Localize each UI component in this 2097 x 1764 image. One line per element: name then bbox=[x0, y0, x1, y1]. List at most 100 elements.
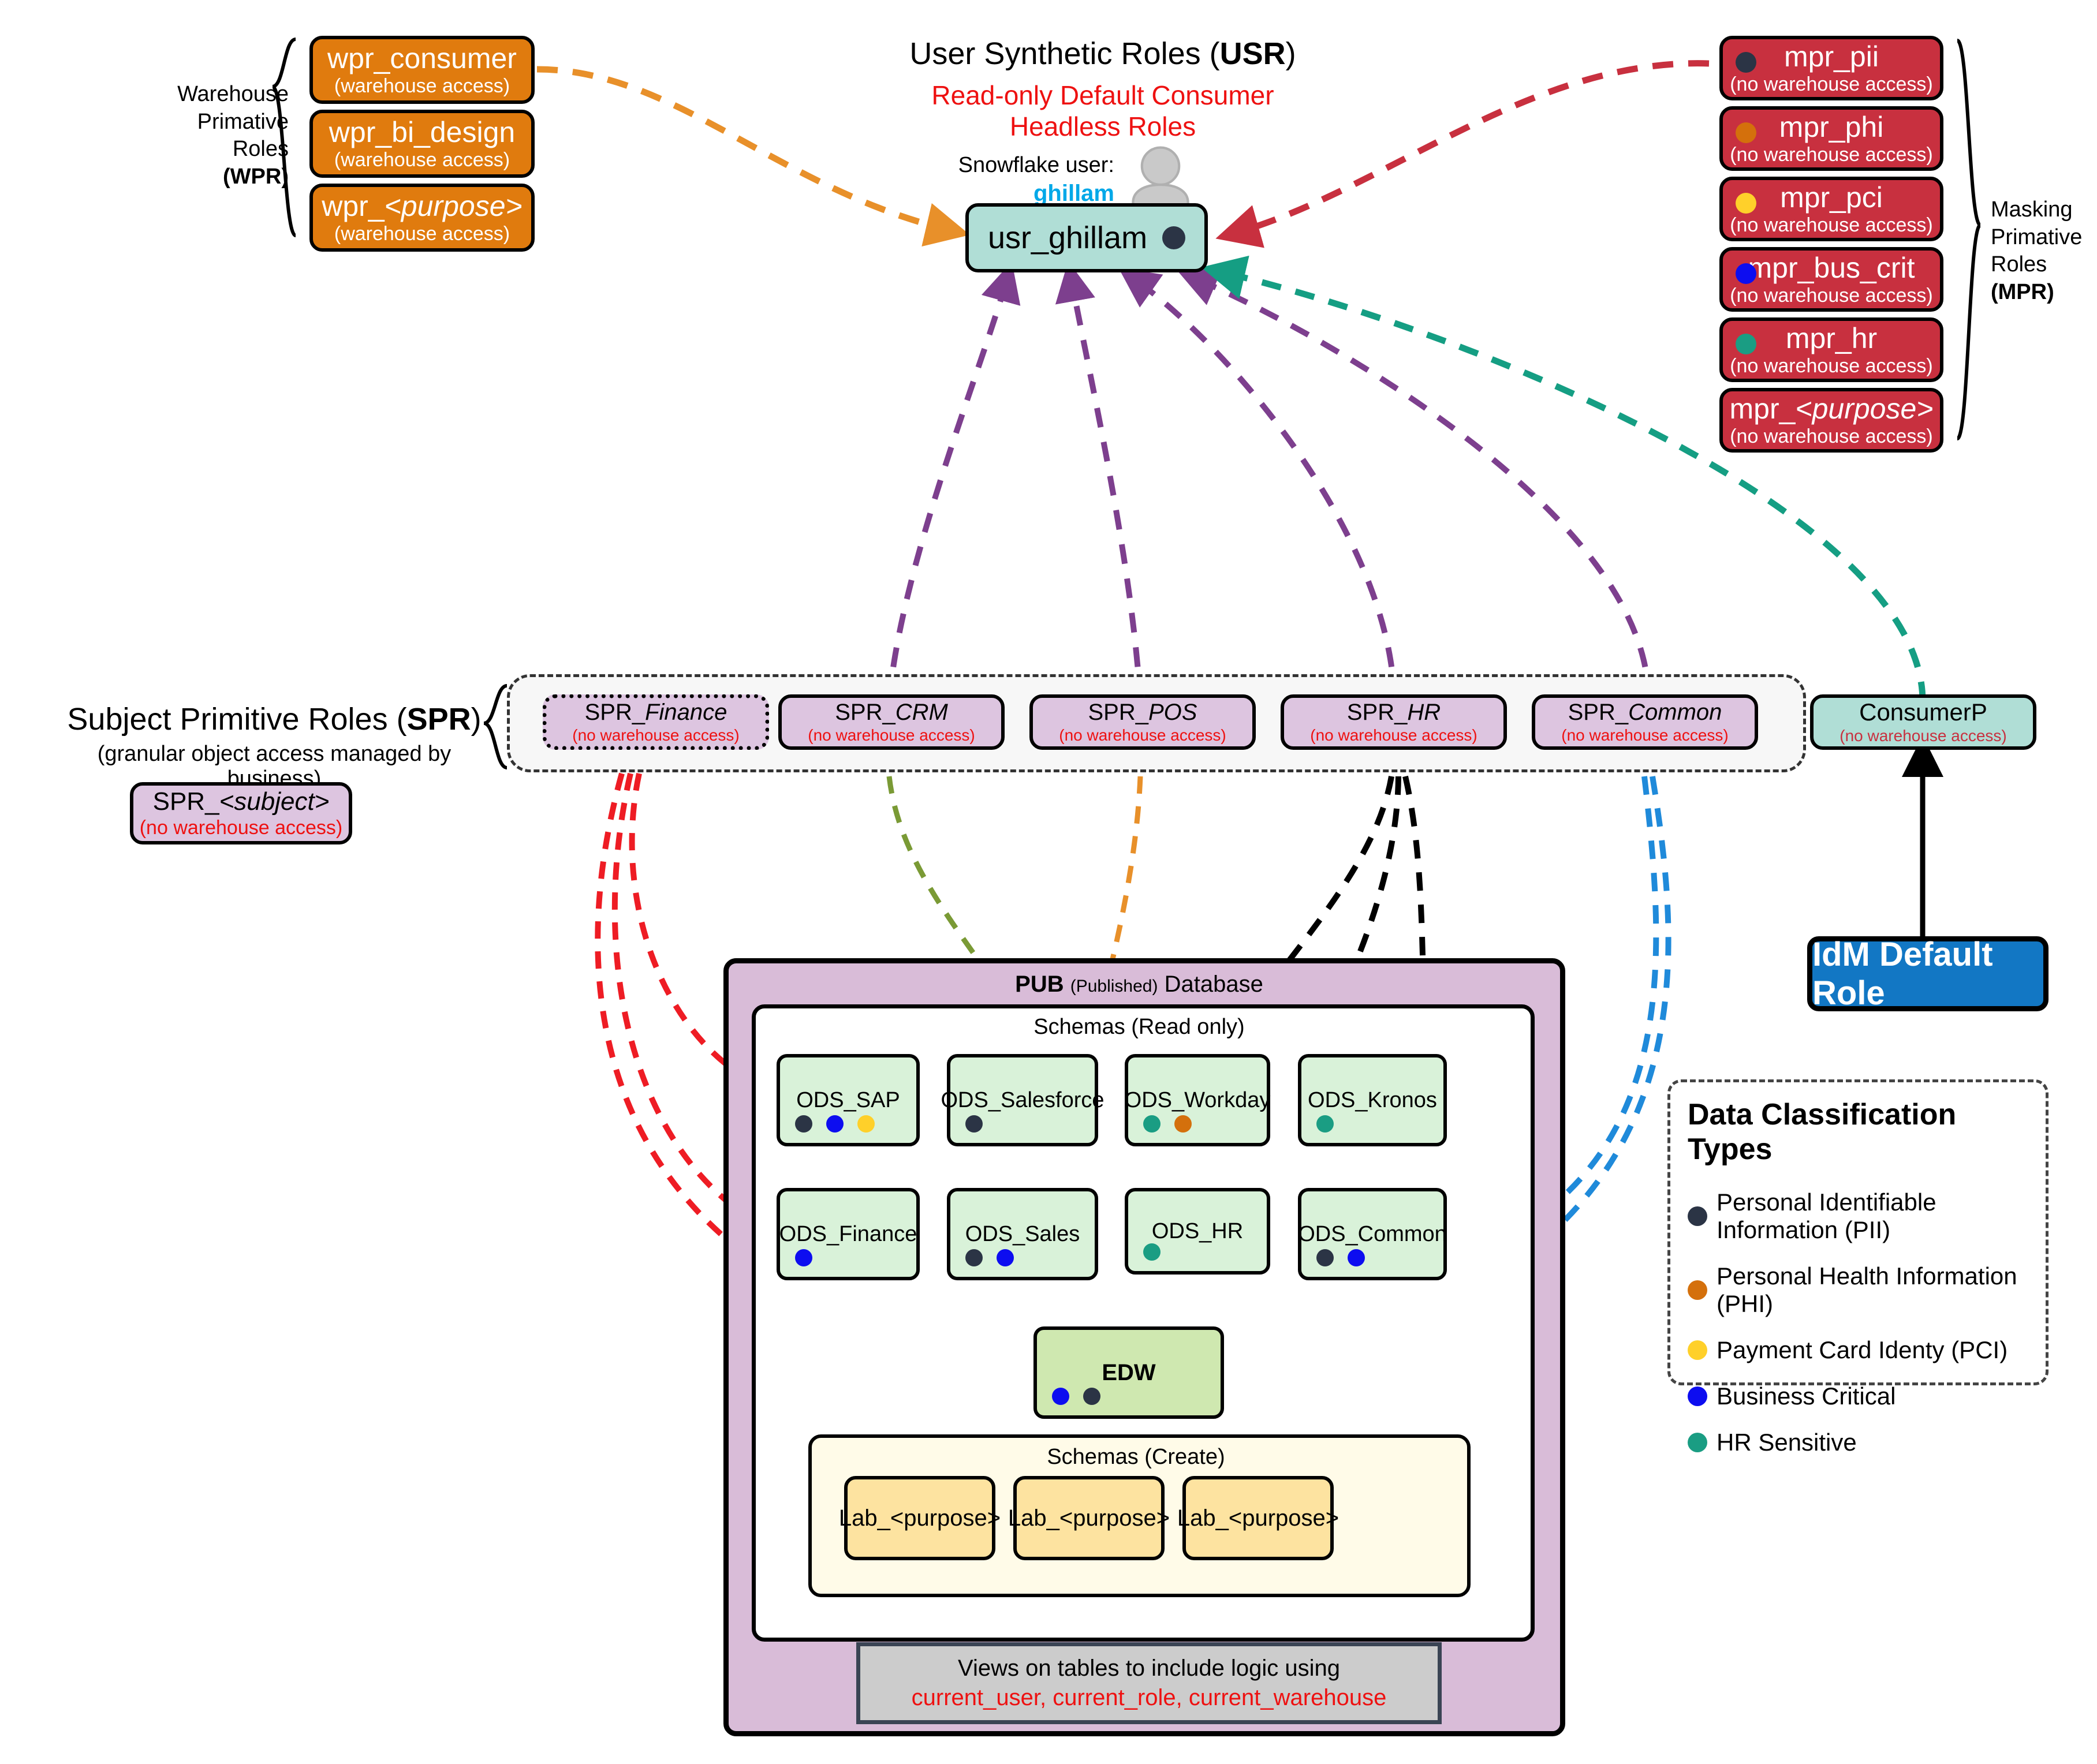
edw-tags bbox=[1052, 1388, 1100, 1405]
legend-item-phi: Personal Health Information (PHI) bbox=[1688, 1262, 2028, 1318]
mpr-role-pii[interactable]: mpr_pii (no warehouse access) bbox=[1719, 36, 1943, 100]
tag-pii bbox=[1316, 1249, 1334, 1266]
spr-finance-prefix: SPR_ bbox=[584, 700, 645, 725]
usr-section-title: User Synthetic Roles (USR) bbox=[843, 36, 1363, 72]
ods-sap-schema[interactable]: ODS_SAP bbox=[777, 1054, 920, 1146]
tag-bus bbox=[997, 1249, 1014, 1266]
ods-hr-label: ODS_HR bbox=[1151, 1219, 1244, 1243]
idm-default-role[interactable]: IdM Default Role bbox=[1807, 936, 2049, 1012]
mpr-bus-crit-tag bbox=[1736, 263, 1756, 284]
wpr-label-abbrev: (WPR) bbox=[223, 164, 289, 189]
wpr-role-consumer[interactable]: wpr_consumer (warehouse access) bbox=[309, 36, 535, 104]
legend-label-pci: Payment Card Identy (PCI) bbox=[1717, 1336, 2008, 1363]
spr-template-sub: (no warehouse access) bbox=[139, 817, 343, 839]
spr-common-name: SPR_Common bbox=[1568, 701, 1722, 724]
legend-item-hr: HR Sensitive bbox=[1688, 1429, 2028, 1456]
usr-ghillam-role[interactable]: usr_ghillam bbox=[965, 203, 1208, 272]
wpr-label-line3: Roles bbox=[232, 137, 289, 161]
legend-label-hr: HR Sensitive bbox=[1717, 1429, 1857, 1456]
snowflake-user-label: Snowflake user: bbox=[958, 153, 1114, 177]
data-classification-legend: Data Classification Types Personal Ident… bbox=[1667, 1079, 2049, 1456]
legend-label-pii: Personal Identifiable Information (PII) bbox=[1717, 1189, 1936, 1243]
consumerp-sub: (no warehouse access) bbox=[1839, 727, 2007, 745]
mpr-label-line1: Masking bbox=[1991, 197, 2073, 222]
mpr-role-purpose[interactable]: mpr_<purpose> (no warehouse access) bbox=[1719, 388, 1943, 453]
legend-dot-hr bbox=[1688, 1433, 1707, 1452]
spr-role-crm[interactable]: SPR_CRM (no warehouse access) bbox=[778, 694, 1005, 750]
ods-hr-schema[interactable]: ODS_HR bbox=[1125, 1188, 1270, 1275]
ods-salesforce-schema[interactable]: ODS_Salesforce bbox=[941, 1054, 1105, 1146]
mpr-label-abbrev: (MPR) bbox=[1991, 279, 2054, 304]
mpr-hr-name: mpr_hr bbox=[1785, 322, 1878, 354]
wpr-role-purpose[interactable]: wpr_<purpose> (warehouse access) bbox=[309, 184, 535, 252]
spr-crm-sub: (no warehouse access) bbox=[808, 726, 975, 744]
lab-schema-3-label: Lab_<purpose> bbox=[1177, 1505, 1339, 1531]
mpr-purpose-sub: (no warehouse access) bbox=[1730, 425, 1933, 447]
spr-hr-sub: (no warehouse access) bbox=[1310, 726, 1477, 744]
wpr-label-line1: Warehouse bbox=[177, 82, 289, 106]
usr-ghillam-label: usr_ghillam bbox=[987, 220, 1148, 255]
ods-finance-schema[interactable]: ODS_Finance bbox=[777, 1188, 920, 1280]
ods-sap-label: ODS_SAP bbox=[796, 1087, 900, 1112]
mpr-pii-name: mpr_pii bbox=[1784, 40, 1879, 73]
spr-pos-italic: POS bbox=[1148, 700, 1197, 725]
ods-sales-schema[interactable]: ODS_Sales bbox=[947, 1188, 1098, 1280]
mpr-purpose-name: mpr_<purpose> bbox=[1729, 394, 1933, 423]
mpr-role-phi[interactable]: mpr_phi (no warehouse access) bbox=[1719, 106, 1943, 171]
pub-title-rest: Database bbox=[1164, 971, 1263, 997]
edge-sprcrm-to-usr bbox=[886, 261, 1021, 702]
consumerp-name: ConsumerP bbox=[1859, 698, 1987, 726]
spr-section-title: Subject Primitive Roles (SPR) bbox=[64, 701, 485, 737]
spr-crm-italic: CRM bbox=[895, 700, 948, 725]
spr-brace bbox=[483, 684, 508, 769]
usr-title-bold: USR bbox=[1219, 36, 1286, 71]
spr-pos-sub: (no warehouse access) bbox=[1059, 726, 1226, 744]
spr-role-finance[interactable]: SPR_Finance (no warehouse access) bbox=[543, 694, 769, 750]
spr-role-hr[interactable]: SPR_HR (no warehouse access) bbox=[1281, 694, 1507, 750]
wpr-bi-design-name: wpr_bi_design bbox=[329, 116, 516, 148]
spr-finance-italic: Finance bbox=[645, 700, 727, 725]
spr-common-sub: (no warehouse access) bbox=[1561, 726, 1729, 744]
ods-salesforce-label: ODS_Salesforce bbox=[941, 1087, 1105, 1112]
wpr-role-bi-design[interactable]: wpr_bi_design (warehouse access) bbox=[309, 110, 535, 178]
spr-hr-name: SPR_HR bbox=[1347, 701, 1441, 724]
spr-crm-prefix: SPR_ bbox=[835, 700, 895, 725]
spr-template-role[interactable]: SPR_<subject> (no warehouse access) bbox=[130, 782, 352, 844]
tag-bus bbox=[826, 1115, 844, 1133]
ods-kronos-schema[interactable]: ODS_Kronos bbox=[1298, 1054, 1447, 1146]
mpr-role-bus-crit[interactable]: mpr_bus_crit (no warehouse access) bbox=[1719, 247, 1943, 312]
wpr-group-label: Warehouse Primative Roles (WPR) bbox=[144, 81, 289, 190]
spr-hr-italic: HR bbox=[1407, 700, 1441, 725]
legend-dot-bus bbox=[1688, 1386, 1707, 1406]
lab-schema-2[interactable]: Lab_<purpose> bbox=[1008, 1476, 1170, 1560]
usr-subtitle-2: Headless Roles bbox=[1009, 111, 1196, 141]
spr-role-common[interactable]: SPR_Common (no warehouse access) bbox=[1532, 694, 1758, 750]
ods-common-schema[interactable]: ODS_Common bbox=[1298, 1188, 1447, 1280]
mpr-role-hr[interactable]: mpr_hr (no warehouse access) bbox=[1719, 317, 1943, 382]
spr-template-italic: <subject> bbox=[219, 787, 330, 816]
ods-workday-schema[interactable]: ODS_Workday bbox=[1125, 1054, 1270, 1146]
consumerp-role[interactable]: ConsumerP (no warehouse access) bbox=[1810, 694, 2036, 750]
mpr-phi-tag bbox=[1736, 122, 1756, 143]
pub-database-title: PUB (Published) Database bbox=[723, 971, 1555, 997]
mpr-label-line2: Primative bbox=[1991, 225, 2083, 249]
ods-finance-label: ODS_Finance bbox=[779, 1221, 917, 1246]
mpr-role-pci[interactable]: mpr_pci (no warehouse access) bbox=[1719, 177, 1943, 241]
tag-bus bbox=[1052, 1388, 1069, 1405]
lab-schema-1[interactable]: Lab_<purpose> bbox=[839, 1476, 1001, 1560]
diagram-canvas: Warehouse Primative Roles (WPR) wpr_cons… bbox=[0, 0, 2097, 1764]
wpr-purpose-italic: <purpose> bbox=[384, 190, 523, 222]
spr-title-close: ) bbox=[471, 702, 482, 737]
views-note-box: Views on tables to include logic using c… bbox=[856, 1642, 1442, 1724]
spr-role-pos[interactable]: SPR_POS (no warehouse access) bbox=[1029, 694, 1256, 750]
spr-pos-name: SPR_POS bbox=[1088, 701, 1197, 724]
edge-sprhr-to-usr bbox=[1118, 267, 1397, 702]
lab-schema-3[interactable]: Lab_<purpose> bbox=[1177, 1476, 1339, 1560]
edw-schema[interactable]: EDW bbox=[1033, 1326, 1224, 1419]
mpr-pii-sub: (no warehouse access) bbox=[1730, 73, 1933, 95]
spr-finance-sub: (no warehouse access) bbox=[572, 726, 740, 744]
schemas-readonly-label: Schemas (Read only) bbox=[1033, 1015, 1245, 1039]
ods-kronos-tags bbox=[1316, 1115, 1334, 1133]
legend-dot-pci bbox=[1688, 1340, 1707, 1360]
edge-sprpos-to-usr bbox=[1055, 261, 1143, 702]
